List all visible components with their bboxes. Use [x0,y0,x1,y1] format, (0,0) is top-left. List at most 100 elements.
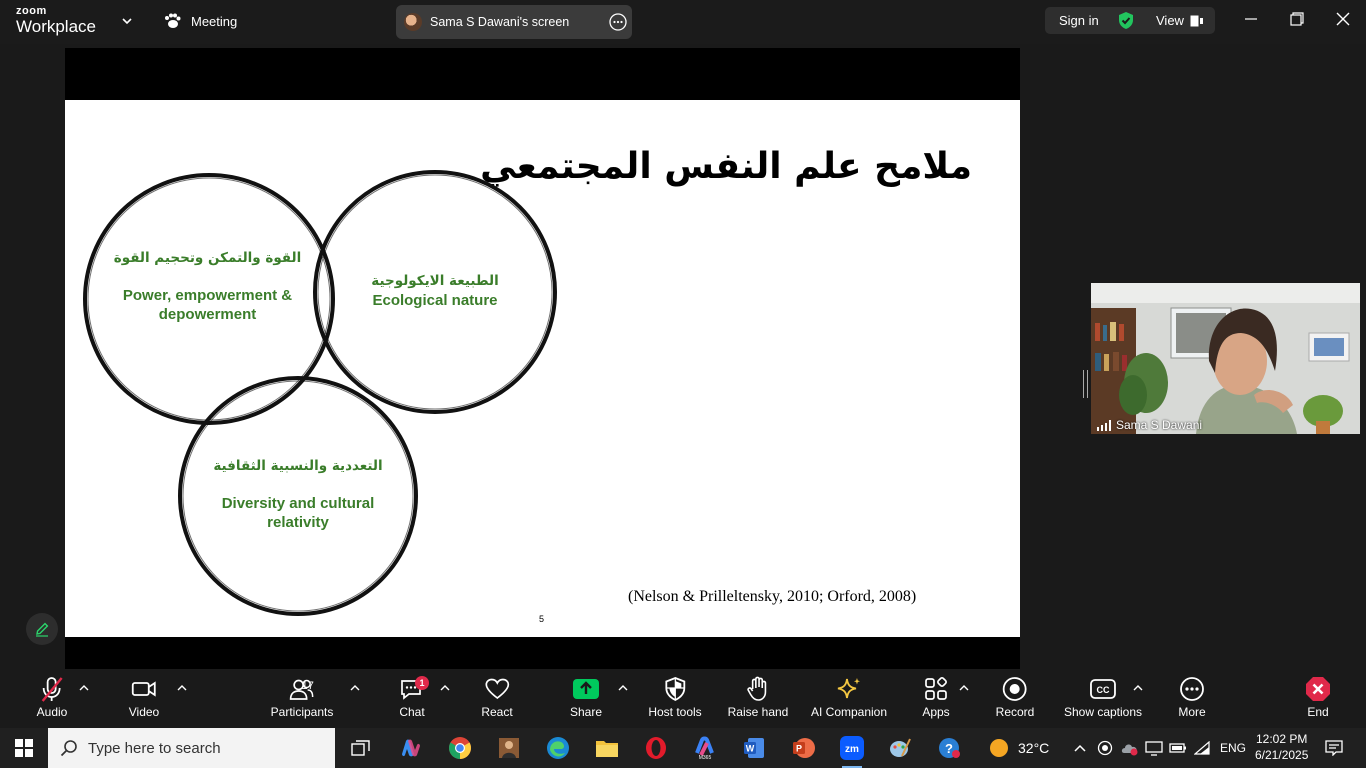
account-view-pill: Sign in View [1045,7,1215,34]
shield-check-icon[interactable] [1117,11,1135,30]
share-button[interactable]: Share [570,675,602,719]
tray-chevron-up-icon[interactable] [1073,728,1087,768]
more-button[interactable]: More [1178,675,1206,719]
react-button[interactable]: React [481,675,513,719]
sparkle-icon [811,675,887,703]
clock[interactable]: 12:02 PM 6/21/2025 [1255,728,1308,768]
meeting-menu[interactable]: Meeting [163,13,237,29]
share-options-caret-icon[interactable] [618,684,628,692]
chat-button[interactable]: 1 Chat [398,675,429,719]
word-icon[interactable]: W [740,734,768,762]
svg-text:zm: zm [845,744,859,755]
circle-diversity-text: التعددية والنسبية الثقافية Diversity and… [203,458,393,533]
chat-options-caret-icon[interactable] [440,684,450,692]
participants-button[interactable]: 17 Participants [270,675,334,719]
zoom-taskbar-icon[interactable]: zm [838,734,866,768]
circle-power-text: القوة والتمكن وتحجيم القوة Power, empowe… [110,250,305,325]
shared-screen-top-band [65,48,1020,100]
more-label: More [1178,705,1206,719]
show-captions-label: Show captions [1063,705,1143,719]
battery-icon[interactable] [1169,728,1187,768]
weather-widget[interactable]: 32°C [988,728,1049,768]
ai-companion-button[interactable]: AI Companion [811,675,887,719]
end-meeting-button[interactable]: End [1304,675,1332,719]
windows-start-icon[interactable] [10,734,38,762]
more-options-icon[interactable] [609,13,627,31]
screen-share-indicator[interactable]: Sama S Dawani's screen [396,5,632,39]
view-layout-icon [1190,15,1203,27]
show-captions-button[interactable]: CC Show captions [1064,675,1142,719]
paint-icon[interactable] [886,734,914,762]
clock-time: 12:02 PM [1256,732,1308,747]
apps-button[interactable]: Apps [922,675,950,719]
share-label: Share [569,705,603,719]
slide-page-number: 5 [539,614,545,624]
logo-small-text: zoom [16,5,47,17]
circle-ecological-english: Ecological nature [372,291,498,309]
help-icon[interactable]: ? [935,734,963,762]
file-explorer-icon[interactable] [593,734,621,762]
end-x-icon [1304,675,1332,703]
annotate-button[interactable] [26,613,58,645]
apps-options-caret-icon[interactable] [959,684,969,692]
sharer-avatar [404,13,422,31]
chrome-icon[interactable] [446,734,474,762]
view-button[interactable]: View [1156,13,1203,28]
raise-hand-button[interactable]: Raise hand [728,675,789,719]
logo-big-text: Workplace [16,17,96,36]
tile-resize-handle[interactable] [1083,370,1088,398]
copilot-icon[interactable] [396,734,424,762]
notification-center-icon[interactable] [1325,728,1343,768]
task-view-icon[interactable] [347,734,375,762]
venn-circles [83,170,557,616]
participant-video-tile[interactable]: Sama S Dawani [1091,283,1360,434]
end-label: End [1307,705,1329,719]
svg-text:M365: M365 [699,755,712,760]
chevron-down-icon[interactable] [121,15,133,27]
record-button[interactable]: Record [996,675,1034,719]
paw-icon [163,13,181,29]
video-camera-icon [129,675,159,703]
circle-power-english: Power, empowerment & depowerment [122,286,293,324]
portrait-app-icon[interactable] [495,734,523,762]
participants-label: Participants [270,705,334,719]
microsoft-365-icon[interactable]: M365 [691,734,719,762]
video-button[interactable]: Video [129,675,159,719]
restore-icon[interactable] [1290,12,1304,26]
audio-options-caret-icon[interactable] [79,684,89,692]
participants-count: 17 [301,680,314,692]
record-tray-icon[interactable] [1097,728,1113,768]
search-placeholder: Type here to search [88,739,221,757]
opera-icon[interactable] [642,734,670,762]
title-bar: zoom Workplace Meeting Sama S Dawani's s… [0,0,1366,44]
host-tools-label: Host tools [648,705,702,719]
sign-in-button[interactable]: Sign in [1059,13,1099,28]
apps-label: Apps [922,705,950,719]
edge-icon[interactable] [544,734,572,762]
taskbar-search-box[interactable]: Type here to search [48,728,335,768]
minimize-icon[interactable] [1244,12,1258,26]
chat-icon: 1 [398,675,429,703]
chat-unread-badge: 1 [415,676,429,690]
ai-companion-label: AI Companion [810,705,888,719]
display-icon[interactable] [1145,728,1163,768]
video-options-caret-icon[interactable] [177,684,187,692]
apps-grid-icon [922,675,950,703]
video-label: Video [128,705,160,719]
onedrive-icon[interactable] [1120,728,1140,768]
raised-hand-icon [728,675,789,703]
heart-icon [481,675,512,703]
shared-screen-bottom-band [65,637,1020,669]
participants-options-caret-icon[interactable] [350,684,360,692]
powerpoint-icon[interactable]: P [789,734,817,762]
host-tools-button[interactable]: Host tools [648,675,702,719]
meeting-label: Meeting [191,13,238,29]
close-icon[interactable] [1336,12,1350,26]
network-icon[interactable] [1194,728,1210,768]
muted-mic-icon [37,675,68,703]
input-language[interactable]: ENG [1220,728,1246,768]
pencil-icon [34,621,50,637]
sun-icon [988,737,1010,759]
captions-options-caret-icon[interactable] [1133,684,1143,692]
audio-button[interactable]: Audio [37,675,68,719]
